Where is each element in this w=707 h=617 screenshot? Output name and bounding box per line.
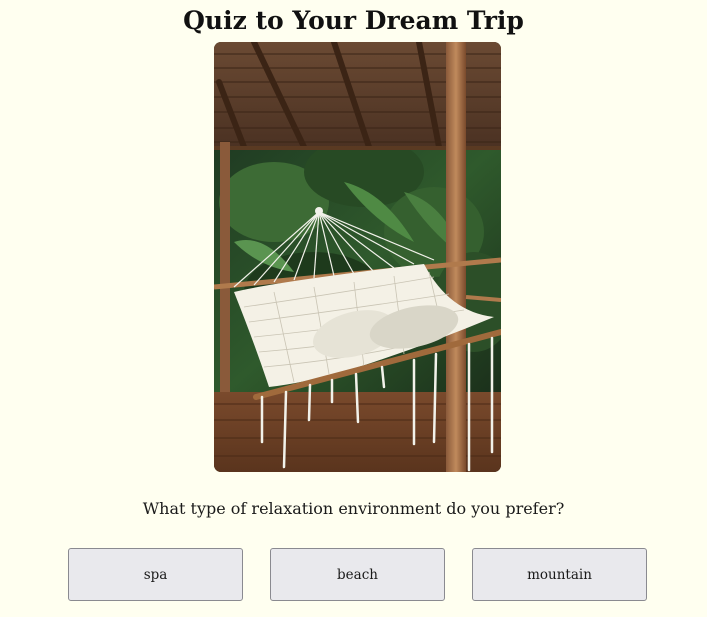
quiz-title: Quiz to Your Dream Trip [183, 6, 524, 35]
hammock-photo [214, 42, 501, 472]
option-beach-button[interactable]: beach [270, 548, 445, 601]
option-mountain-button[interactable]: mountain [472, 548, 647, 601]
answer-options: spa beach mountain [68, 548, 647, 601]
quiz-page: Quiz to Your Dream Trip What type of rel… [0, 0, 707, 617]
option-spa-button[interactable]: spa [68, 548, 243, 601]
quiz-question: What type of relaxation environment do y… [142, 499, 565, 518]
